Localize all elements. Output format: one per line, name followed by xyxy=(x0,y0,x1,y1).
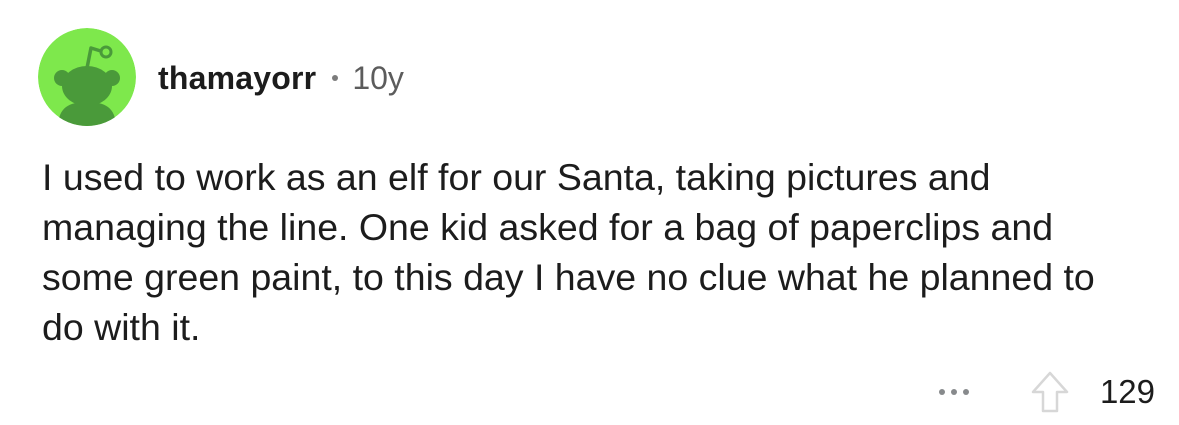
comment-meta: thamayorr 10y xyxy=(158,56,404,100)
user-avatar[interactable] xyxy=(38,28,136,126)
upvote-arrow-icon xyxy=(1031,371,1069,413)
username-link[interactable]: thamayorr xyxy=(158,56,316,100)
separator-dot xyxy=(332,75,339,81)
more-options-button[interactable] xyxy=(930,372,978,412)
comment: thamayorr 10y I used to work as an elf f… xyxy=(0,0,1179,425)
vote-score: 129 xyxy=(1099,373,1155,410)
more-options-icon xyxy=(938,389,945,395)
upvote-button[interactable] xyxy=(1028,368,1072,416)
comment-body: I used to work as an elf for our Santa, … xyxy=(42,156,1095,348)
comment-age: 10y xyxy=(352,60,404,96)
snoo-avatar-icon xyxy=(38,28,136,126)
comment-actions: 129 xyxy=(930,364,1155,420)
